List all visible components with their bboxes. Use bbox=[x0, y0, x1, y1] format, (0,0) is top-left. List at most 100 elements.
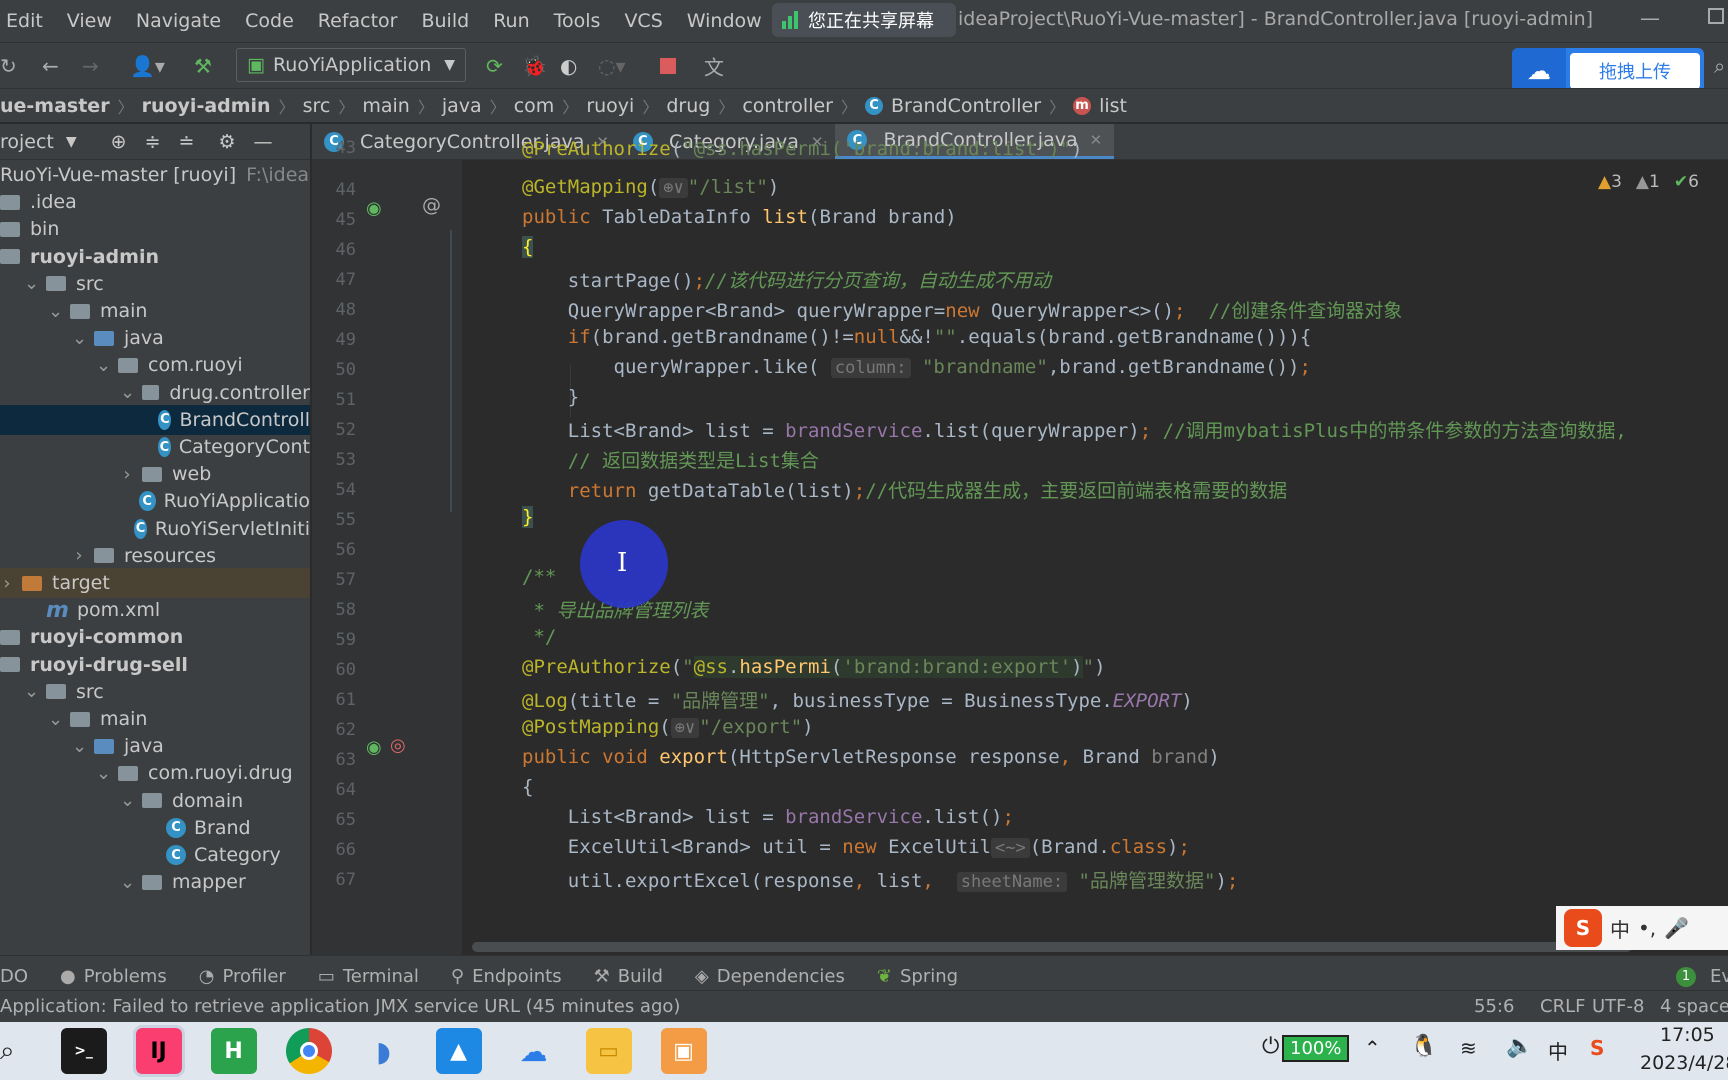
tree-item[interactable]: C BrandControll bbox=[0, 404, 310, 435]
chevron-up-icon[interactable]: ⌃ bbox=[1364, 1036, 1381, 1060]
code-line[interactable]: @Log(title = "品牌管理", businessType = Busi… bbox=[522, 686, 1193, 713]
close-icon[interactable]: ✕ bbox=[1090, 131, 1103, 149]
code-line[interactable]: @PostMapping(⊕∨ "/export") bbox=[522, 716, 814, 738]
menu-item-refactor[interactable]: Refactor bbox=[306, 10, 410, 32]
chevron-down-icon[interactable]: ⌄ bbox=[120, 872, 135, 893]
clock-date[interactable]: 2023/4/28 bbox=[1640, 1052, 1728, 1074]
tree-item[interactable]: ⌄ com.ruoyi bbox=[0, 350, 310, 380]
ime-toolbar[interactable]: S 中 •, 🎤 bbox=[1556, 906, 1728, 950]
ime-punct[interactable]: •, bbox=[1638, 916, 1656, 940]
photos-app-icon[interactable]: ▲ bbox=[435, 1028, 482, 1074]
tool-problems[interactable]: ● Problems bbox=[44, 966, 183, 987]
tree-item[interactable]: ⌄ main bbox=[0, 704, 310, 734]
input-lang[interactable]: 中 bbox=[1548, 1036, 1568, 1065]
project-panel-title[interactable]: roject bbox=[0, 131, 54, 153]
code-line[interactable]: @PreAuthorize("@ss.hasPermi('brand:brand… bbox=[522, 656, 1106, 678]
code-line[interactable]: { bbox=[522, 236, 534, 258]
screen-share-indicator[interactable]: 您正在共享屏幕 bbox=[772, 3, 956, 37]
breadcrumb-item[interactable]: main bbox=[362, 95, 409, 117]
status-message[interactable]: Application: Failed to retrieve applicat… bbox=[0, 996, 680, 1017]
breadcrumb-item[interactable]: ruoyi-admin bbox=[142, 95, 271, 117]
tree-item[interactable]: ⌄ main bbox=[0, 296, 310, 326]
menu-item-window[interactable]: Window bbox=[675, 10, 774, 32]
code-line[interactable]: /** bbox=[522, 566, 556, 588]
tool-do[interactable]: DO bbox=[0, 966, 44, 987]
tool-terminal[interactable]: ▭ Terminal bbox=[302, 966, 435, 987]
tree-item[interactable]: ruoyi-drug-sell bbox=[0, 650, 310, 680]
chevron-right-icon[interactable]: › bbox=[120, 464, 134, 485]
tree-item[interactable]: ⌄ domain bbox=[0, 786, 310, 816]
hbuilder-app-icon[interactable]: H bbox=[210, 1028, 257, 1074]
clock-time[interactable]: 17:05 bbox=[1660, 1024, 1715, 1046]
code-line[interactable]: } bbox=[522, 506, 534, 528]
at-icon[interactable]: @ bbox=[422, 194, 441, 216]
tree-item[interactable]: .idea bbox=[0, 187, 310, 217]
chevron-right-icon[interactable]: › bbox=[72, 545, 86, 566]
inspection-widget[interactable]: ▲3 ▲1 ✔6 bbox=[1598, 172, 1699, 192]
chevron-right-icon[interactable]: › bbox=[0, 573, 14, 594]
breadcrumb-item[interactable]: ue-master bbox=[0, 95, 110, 117]
build-hammer-icon[interactable]: ⚒ bbox=[194, 54, 212, 78]
maximize-button[interactable] bbox=[1708, 8, 1724, 24]
tree-item[interactable]: ⌄ java bbox=[0, 323, 310, 353]
chevron-down-icon[interactable]: ⌄ bbox=[96, 763, 111, 784]
cursor-position[interactable]: 55:6 bbox=[1474, 996, 1514, 1017]
tree-item[interactable]: › resources bbox=[0, 541, 310, 571]
code-line[interactable]: @PreAuthorize("@ss.hasPermi('brand:brand… bbox=[522, 138, 1083, 160]
code-line[interactable]: if(brand.getBrandname()!=null&&!"".equal… bbox=[522, 326, 1312, 348]
tree-item[interactable]: C RuoYiServletIniti bbox=[0, 514, 310, 544]
breadcrumb-item[interactable]: C BrandController bbox=[865, 95, 1041, 117]
code-line[interactable]: } bbox=[522, 386, 579, 408]
tree-item[interactable]: › web bbox=[0, 459, 310, 489]
bean-run-icon[interactable]: ◉ bbox=[366, 198, 382, 219]
briefcase-app-icon[interactable]: ▣ bbox=[660, 1028, 707, 1074]
code-line[interactable]: return getDataTable(list);//代码生成器生成，主要返回… bbox=[522, 476, 1287, 503]
search-icon[interactable]: ⌕ bbox=[1714, 54, 1725, 78]
code-line[interactable]: queryWrapper.like( column: "brandname",b… bbox=[522, 356, 1311, 378]
chevron-down-icon[interactable]: ⌄ bbox=[72, 328, 87, 349]
chevron-down-icon[interactable]: ⌄ bbox=[48, 301, 63, 322]
code-line[interactable]: public TableDataInfo list(Brand brand) bbox=[522, 206, 957, 228]
code-line[interactable]: // 返回数据类型是List集合 bbox=[522, 446, 819, 473]
chevron-down-icon[interactable]: ⌄ bbox=[24, 681, 39, 702]
tool-endpoints[interactable]: ⚲ Endpoints bbox=[435, 966, 578, 987]
menu-item-build[interactable]: Build bbox=[409, 10, 481, 32]
chevron-down-icon[interactable]: ⌄ bbox=[120, 382, 135, 403]
menu-item-code[interactable]: Code bbox=[233, 10, 306, 32]
code-line[interactable]: public void export(HttpServletResponse r… bbox=[522, 746, 1220, 768]
menu-item-edit[interactable]: Edit bbox=[0, 10, 55, 32]
chevron-down-icon[interactable]: ⌄ bbox=[24, 273, 39, 294]
back-icon[interactable]: ← bbox=[42, 54, 59, 78]
breadcrumb-item[interactable]: controller bbox=[742, 95, 833, 117]
tool-event-log[interactable]: 1 Eve bbox=[1676, 966, 1728, 987]
ok-count[interactable]: ✔6 bbox=[1674, 172, 1699, 192]
expand-all-icon[interactable]: ≑ bbox=[145, 131, 161, 153]
chrome-app-icon[interactable] bbox=[285, 1028, 332, 1074]
tree-item[interactable]: ⌄ java bbox=[0, 731, 310, 761]
tree-item[interactable]: C CategoryCont bbox=[0, 432, 310, 462]
breadcrumb-item[interactable]: java bbox=[442, 95, 482, 117]
code-line[interactable]: startPage();//该代码进行分页查询，自动生成不用动 bbox=[522, 266, 1051, 293]
stop-icon[interactable] bbox=[660, 57, 676, 74]
tool-build[interactable]: ⚒ Build bbox=[578, 966, 679, 987]
code-line[interactable]: */ bbox=[522, 626, 556, 648]
file-encoding[interactable]: UTF-8 bbox=[1592, 996, 1644, 1017]
scrollbar[interactable] bbox=[472, 942, 1632, 952]
chevron-down-icon[interactable]: ▼ bbox=[66, 134, 77, 150]
sync-icon[interactable]: ↻ bbox=[0, 54, 17, 78]
tool-dependencies[interactable]: ◈ Dependencies bbox=[679, 966, 861, 987]
wifi-icon[interactable]: ≋ bbox=[1460, 1036, 1477, 1060]
tree-item[interactable]: bin bbox=[0, 214, 310, 244]
minimize-button[interactable]: — bbox=[1640, 6, 1660, 30]
tool-profiler[interactable]: ◔ Profiler bbox=[183, 966, 302, 987]
sogou-tray-icon[interactable]: S bbox=[1590, 1036, 1604, 1060]
microphone-icon[interactable]: 🎤 bbox=[1664, 916, 1689, 940]
breadcrumb-item[interactable]: m list bbox=[1073, 95, 1127, 117]
tree-item[interactable]: ruoyi-admin bbox=[0, 242, 310, 272]
warning-count[interactable]: ▲3 bbox=[1598, 172, 1622, 192]
menu-item-vcs[interactable]: VCS bbox=[612, 10, 674, 32]
tree-item[interactable]: C Brand bbox=[0, 813, 310, 843]
gear-icon[interactable]: ⚙ bbox=[218, 131, 235, 153]
search-icon[interactable]: ⌕ bbox=[0, 1036, 15, 1067]
code-line[interactable]: util.exportExcel(response, list, sheetNa… bbox=[522, 866, 1238, 893]
